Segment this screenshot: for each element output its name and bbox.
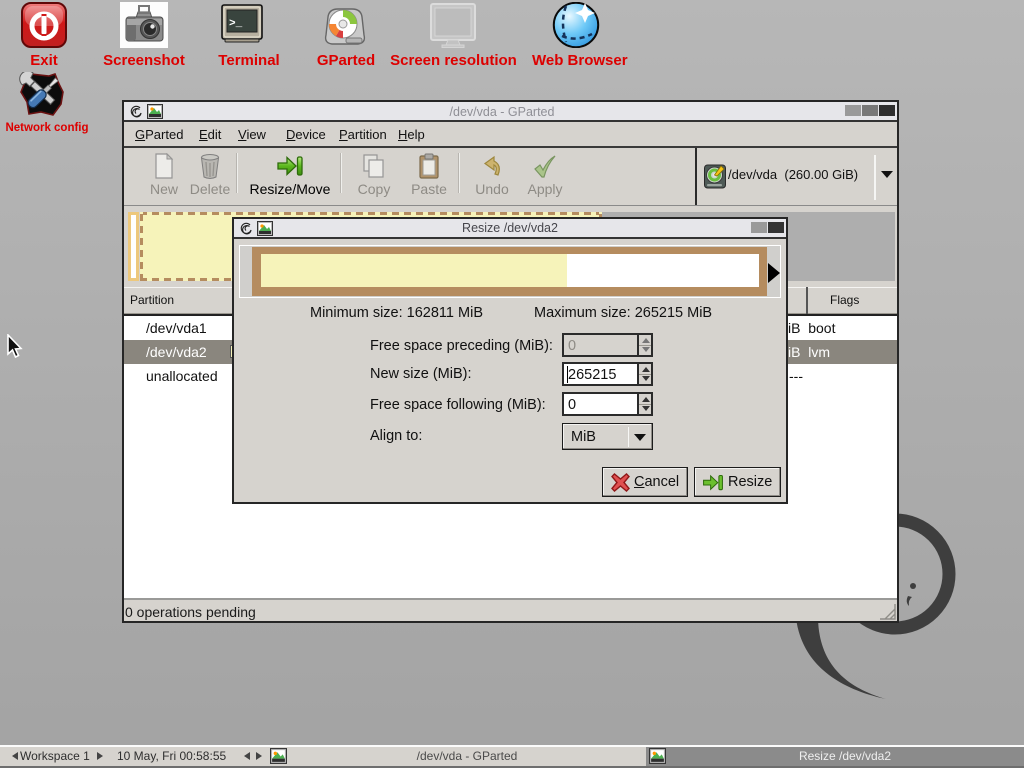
- svg-text:>_: >_: [229, 18, 243, 30]
